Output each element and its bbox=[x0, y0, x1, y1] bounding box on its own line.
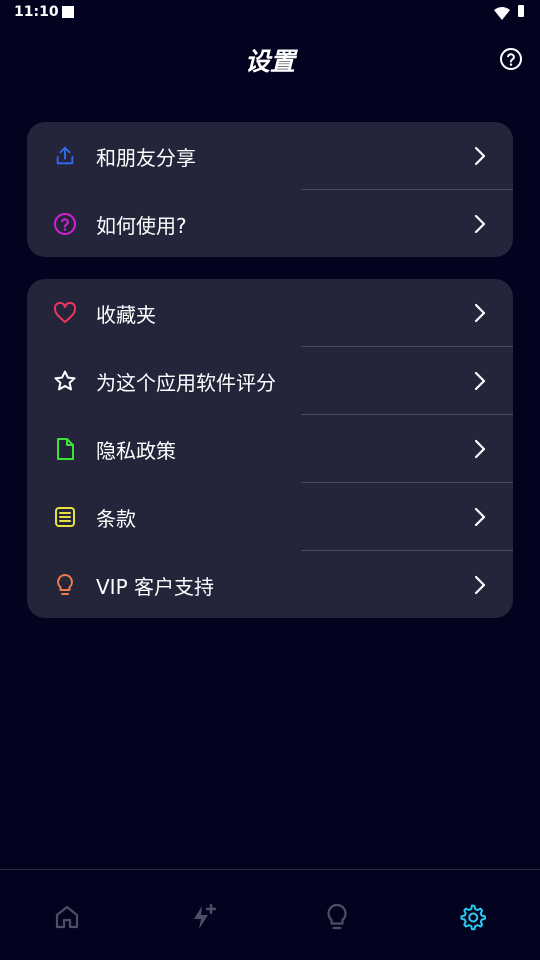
rate-app-item[interactable]: 为这个应用软件评分 bbox=[27, 347, 513, 415]
lightning-plus-icon bbox=[194, 903, 217, 929]
lightbulb-icon bbox=[53, 573, 77, 597]
notification-square-icon bbox=[62, 6, 74, 18]
chevron-right-icon bbox=[473, 574, 487, 596]
status-time: 11:10 bbox=[14, 4, 59, 20]
share-with-friends-label: 和朋友分享 bbox=[96, 146, 196, 170]
nav-home[interactable] bbox=[50, 900, 84, 934]
status-bar: 11:10 bbox=[0, 0, 540, 24]
home-icon bbox=[55, 905, 79, 929]
terms-item[interactable]: 条款 bbox=[27, 483, 513, 551]
app-info-card: 收藏夹 为这个应用软件评分 隐私政策 条款 VIP 客户支持 bbox=[27, 279, 513, 618]
settings-screen: 11:10 设置 和朋友分享 如何使用? 收藏夹 为这个应用软件评分 隐私政策 … bbox=[0, 0, 540, 960]
chevron-right-icon bbox=[473, 506, 487, 528]
favorites-item[interactable]: 收藏夹 bbox=[27, 279, 513, 347]
star-icon bbox=[53, 369, 77, 393]
nav-generate[interactable] bbox=[186, 900, 220, 934]
chevron-right-icon bbox=[473, 438, 487, 460]
rate-app-label: 为这个应用软件评分 bbox=[96, 371, 276, 395]
question-circle-icon bbox=[53, 212, 77, 236]
nav-settings[interactable] bbox=[455, 900, 489, 934]
list-document-icon bbox=[53, 505, 77, 529]
chevron-right-icon bbox=[473, 370, 487, 392]
chevron-right-icon bbox=[473, 145, 487, 167]
privacy-policy-label: 隐私政策 bbox=[96, 439, 176, 463]
wifi-icon bbox=[494, 5, 510, 24]
battery-icon bbox=[518, 5, 524, 17]
page-title: 设置 bbox=[244, 47, 295, 76]
chevron-right-icon bbox=[473, 213, 487, 235]
vip-support-item[interactable]: VIP 客户支持 bbox=[27, 551, 513, 618]
how-to-use-item[interactable]: 如何使用? bbox=[27, 190, 513, 257]
heart-icon bbox=[53, 301, 77, 325]
question-circle-icon bbox=[500, 48, 522, 70]
privacy-policy-item[interactable]: 隐私政策 bbox=[27, 415, 513, 483]
favorites-label: 收藏夹 bbox=[96, 303, 156, 327]
header: 设置 bbox=[0, 30, 540, 86]
document-icon bbox=[53, 437, 77, 461]
settings-gear-icon bbox=[460, 904, 486, 931]
chevron-right-icon bbox=[473, 302, 487, 324]
lightbulb-icon bbox=[327, 903, 347, 930]
bottom-navigation bbox=[0, 869, 540, 960]
share-upload-icon bbox=[53, 144, 77, 168]
vip-support-label: VIP 客户支持 bbox=[96, 575, 214, 599]
how-to-use-label: 如何使用? bbox=[96, 214, 187, 238]
share-with-friends-item[interactable]: 和朋友分享 bbox=[27, 122, 513, 190]
share-help-card: 和朋友分享 如何使用? bbox=[27, 122, 513, 257]
terms-label: 条款 bbox=[96, 507, 136, 531]
help-button[interactable] bbox=[498, 46, 524, 72]
nav-ideas[interactable] bbox=[320, 900, 354, 934]
